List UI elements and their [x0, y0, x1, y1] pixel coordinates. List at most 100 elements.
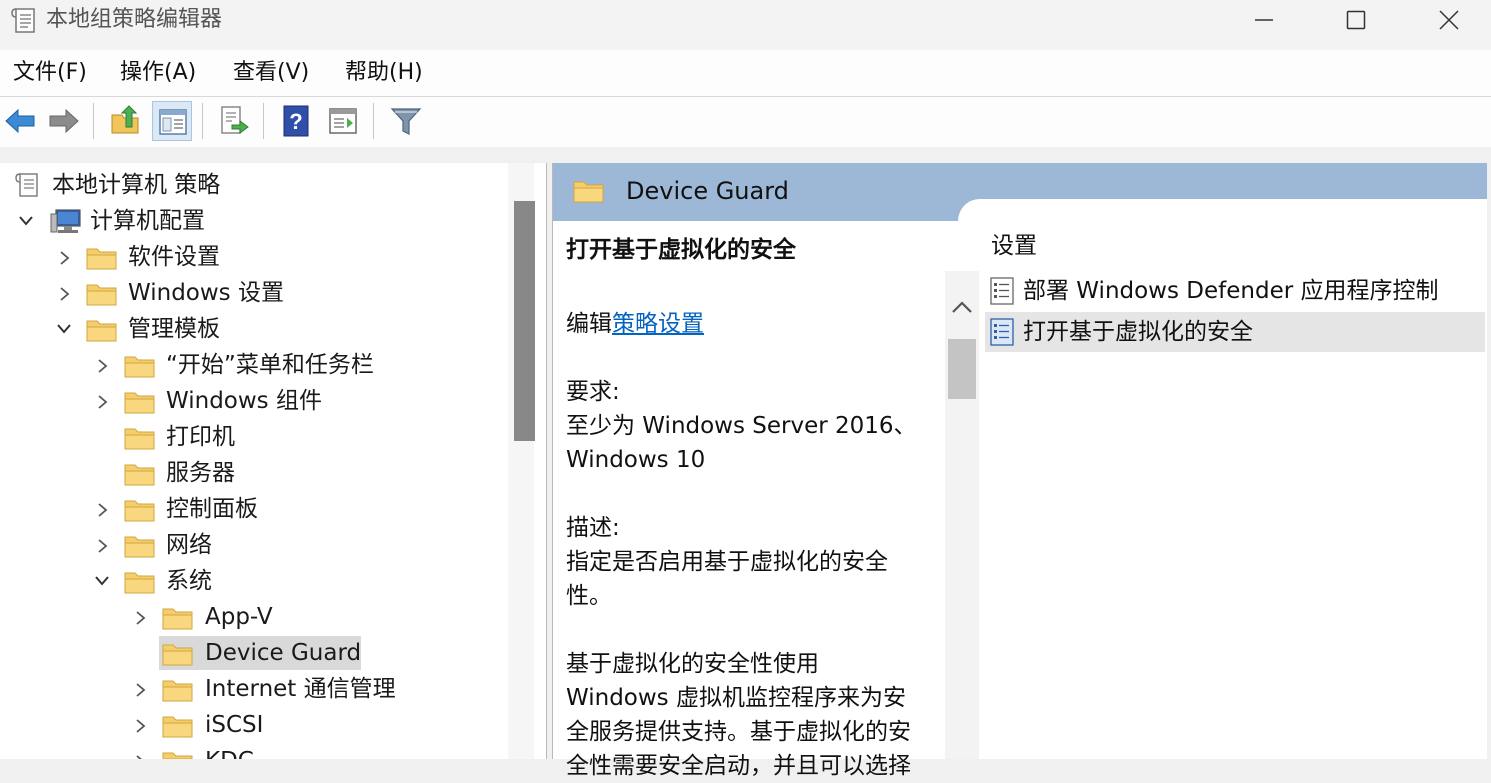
tree-item-windows-components[interactable]: Windows 组件 — [0, 384, 508, 418]
toolbar-separator — [373, 103, 374, 139]
tree-item-label: Internet 通信管理 — [205, 676, 396, 702]
toolbar-separator — [202, 103, 203, 139]
chevron-right-icon[interactable] — [56, 276, 76, 310]
setting-row[interactable]: 部署 Windows Defender 应用程序控制 — [985, 271, 1485, 311]
tree-item-label: 计算机配置 — [90, 208, 205, 234]
menu-help[interactable]: 帮助(H) — [345, 60, 423, 86]
tree-item-server[interactable]: 服务器 — [0, 456, 508, 490]
back-button[interactable] — [0, 101, 40, 141]
description-line-1: 指定是否启用基于虚拟化的安全 — [566, 549, 888, 575]
requirements-text-1: 至少为 Windows Server 2016、 — [566, 413, 917, 439]
setting-label: 打开基于虚拟化的安全 — [1023, 319, 1253, 345]
menu-file[interactable]: 文件(F) — [13, 60, 87, 86]
maximize-icon — [1346, 10, 1366, 30]
requirements-label: 要求: — [566, 379, 620, 405]
chevron-right-icon[interactable] — [56, 240, 76, 274]
show-action-pane-icon — [329, 108, 357, 134]
show-hide-tree-button[interactable] — [152, 101, 192, 141]
help-icon: ? — [283, 105, 309, 137]
tree-item-label: KDC — [205, 744, 254, 759]
maximize-button[interactable] — [1310, 0, 1402, 40]
tree-item-internet-comm[interactable]: Internet 通信管理 — [0, 672, 508, 706]
export-list-icon — [221, 106, 249, 134]
folder-icon — [162, 749, 194, 759]
description-scrollbar-thumb[interactable] — [948, 339, 976, 399]
minimize-button[interactable] — [1218, 0, 1310, 40]
show-action-pane-button[interactable] — [323, 101, 363, 141]
tree-item-label: 本地计算机 策略 — [52, 172, 221, 198]
tree-item-device-guard[interactable]: Device Guard — [0, 636, 508, 670]
forward-button[interactable] — [44, 101, 84, 141]
policy-setting-icon — [989, 318, 1015, 350]
requirements-text-2: Windows 10 — [566, 447, 706, 473]
tree-item-software-settings[interactable]: 软件设置 — [0, 240, 508, 274]
tree-item-label: Windows 设置 — [128, 280, 284, 306]
tree-item-kdc[interactable]: KDC — [0, 744, 508, 759]
tree-item-root[interactable]: 本地计算机 策略 — [0, 168, 508, 202]
tree-item-printers[interactable]: 打印机 — [0, 420, 508, 454]
tree-item-network[interactable]: 网络 — [0, 528, 508, 562]
menu-view[interactable]: 查看(V) — [233, 60, 309, 86]
chevron-down-icon[interactable] — [54, 312, 74, 346]
tree-item-label: App-V — [205, 604, 273, 630]
tree-item-control-panel[interactable]: 控制面板 — [0, 492, 508, 526]
chevron-right-icon[interactable] — [94, 528, 114, 562]
tree-item-start-menu[interactable]: “开始”菜单和任务栏 — [0, 348, 508, 382]
description-line-5: 全服务提供支持。基于虚拟化的安 — [566, 719, 911, 745]
help-button[interactable]: ? — [276, 101, 316, 141]
description-line-4: Windows 虚拟机监控程序来为安 — [566, 685, 906, 711]
chevron-right-icon[interactable] — [132, 744, 152, 759]
tree-item-iscsi[interactable]: iSCSI — [0, 708, 508, 742]
close-icon — [1439, 10, 1459, 30]
edit-policy-link[interactable]: 策略设置 — [612, 311, 704, 337]
folder-icon — [124, 497, 156, 523]
tree-item-windows-settings[interactable]: Windows 设置 — [0, 276, 508, 310]
description-scrollbar[interactable] — [945, 271, 979, 759]
policy-document-icon — [10, 6, 40, 36]
scroll-up-icon[interactable] — [951, 299, 973, 315]
setting-row-selected[interactable]: 打开基于虚拟化的安全 — [985, 312, 1485, 352]
chevron-right-icon[interactable] — [132, 600, 152, 634]
close-button[interactable] — [1403, 0, 1491, 40]
tree-scrollbar-thumb[interactable] — [514, 201, 535, 441]
tree-item-label: “开始”菜单和任务栏 — [166, 352, 374, 378]
folder-icon — [124, 533, 156, 559]
chevron-right-icon[interactable] — [132, 672, 152, 706]
settings-column-header[interactable]: 设置 — [991, 231, 1037, 261]
folder-icon — [162, 713, 194, 739]
forward-arrow-icon — [49, 108, 79, 134]
export-list-button[interactable] — [214, 101, 254, 141]
tree-item-label: 管理模板 — [128, 316, 220, 342]
details-pane: Device Guard 打开基于虚拟化的安全 编辑策略设置 要求: 至少为 W… — [552, 163, 1487, 779]
folder-icon — [124, 425, 156, 451]
chevron-right-icon[interactable] — [94, 492, 114, 526]
tree-item-admin-templates[interactable]: 管理模板 — [0, 312, 508, 346]
menu-action[interactable]: 操作(A) — [120, 60, 196, 86]
tree-item-label: iSCSI — [205, 712, 264, 738]
chevron-right-icon[interactable] — [94, 348, 114, 382]
tree-item-computer-config[interactable]: 计算机配置 — [0, 204, 508, 238]
folder-icon — [124, 353, 156, 379]
description-line-2: 性。 — [566, 583, 612, 609]
minimize-icon — [1255, 19, 1273, 21]
tree-item-app-v[interactable]: App-V — [0, 600, 508, 634]
chevron-down-icon[interactable] — [16, 204, 36, 238]
computer-icon — [50, 209, 81, 233]
description-line-6: 全性需要安全启动，并且可以选择 — [566, 753, 911, 779]
description-label: 描述: — [566, 515, 620, 541]
folder-icon — [162, 605, 194, 631]
filter-button[interactable] — [386, 101, 426, 141]
tree-item-label: 系统 — [166, 568, 212, 594]
folder-icon — [162, 677, 194, 703]
chevron-right-icon[interactable] — [132, 708, 152, 742]
tree-item-label: 软件设置 — [128, 244, 220, 270]
up-level-button[interactable] — [106, 101, 146, 141]
chevron-down-icon[interactable] — [92, 564, 112, 598]
svg-text:?: ? — [289, 109, 302, 134]
policy-title: 打开基于虚拟化的安全 — [566, 237, 796, 263]
back-arrow-icon — [5, 108, 35, 134]
folder-icon — [124, 461, 156, 487]
header-corner — [958, 199, 1487, 221]
tree-item-system[interactable]: 系统 — [0, 564, 508, 598]
chevron-right-icon[interactable] — [94, 384, 114, 418]
